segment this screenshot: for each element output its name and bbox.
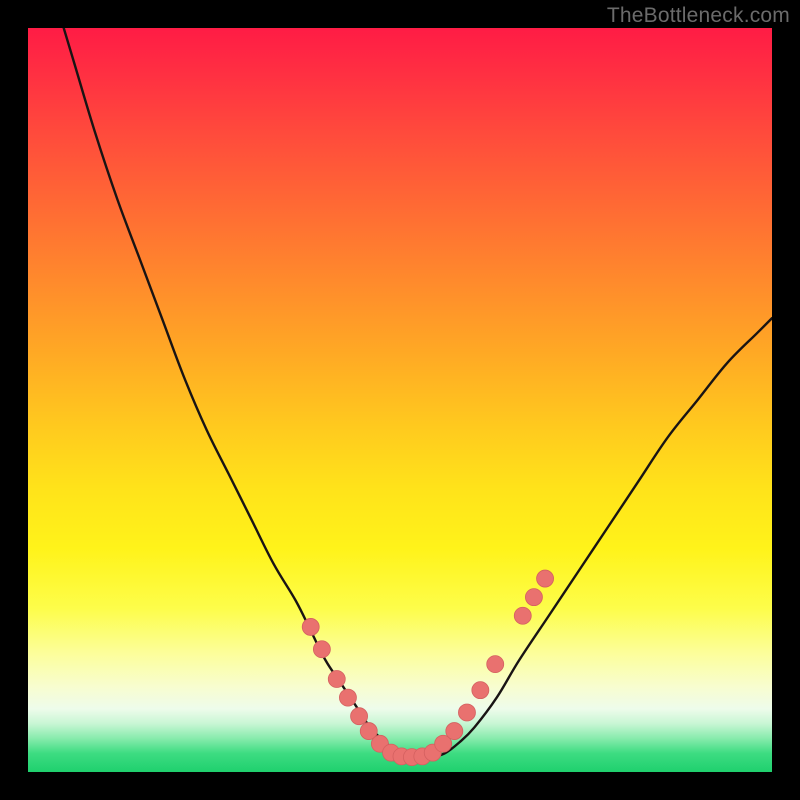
curve-marker [514, 607, 531, 624]
bottleneck-curve [28, 28, 772, 758]
chart-svg [28, 28, 772, 772]
curve-marker [328, 671, 345, 688]
watermark-text: TheBottleneck.com [607, 4, 790, 28]
curve-marker [472, 682, 489, 699]
curve-marker [525, 589, 542, 606]
curve-marker [458, 704, 475, 721]
curve-marker [487, 656, 504, 673]
chart-frame: TheBottleneck.com [0, 0, 800, 800]
marker-group [302, 570, 553, 766]
plot-area [28, 28, 772, 772]
curve-marker [537, 570, 554, 587]
curve-marker [446, 723, 463, 740]
curve-marker [351, 708, 368, 725]
curve-marker [302, 618, 319, 635]
curve-marker [339, 689, 356, 706]
curve-marker [313, 641, 330, 658]
